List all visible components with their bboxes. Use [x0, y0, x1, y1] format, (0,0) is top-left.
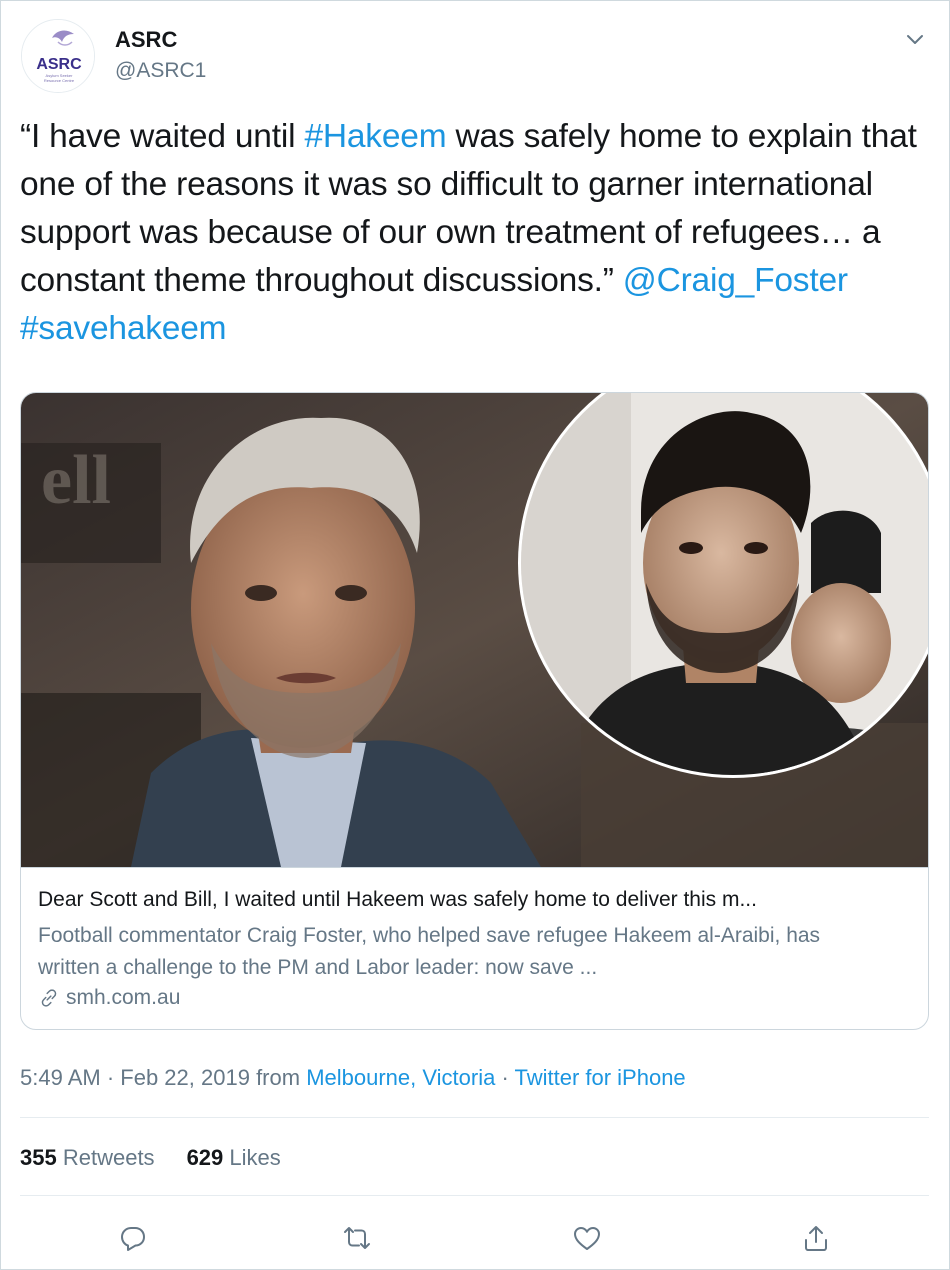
link-preview-card[interactable]: ell Dear Scott and Bill, I waited until …: [20, 392, 929, 1030]
display-name[interactable]: ASRC: [115, 27, 177, 53]
heart-icon: [574, 1227, 600, 1250]
retweets-count: 355: [20, 1145, 57, 1170]
tweet-text: “I have waited until #Hakeem was safely …: [20, 113, 925, 353]
hashtag-link[interactable]: #savehakeem: [20, 310, 227, 347]
meta-from: from: [249, 1065, 307, 1090]
divider: [20, 1195, 929, 1196]
retweet-icon: [344, 1227, 370, 1249]
tweet-time[interactable]: 5:49 AM: [20, 1065, 101, 1090]
svg-text:ell: ell: [41, 442, 111, 519]
likes-count: 629: [186, 1145, 224, 1170]
card-description: Football commentator Craig Foster, who h…: [38, 924, 821, 979]
tweet-frame: ASRC Asylum Seeker Resource Centre ASRC …: [0, 0, 950, 1270]
tweet-text-segment: “I have waited until: [20, 118, 305, 155]
user-handle[interactable]: @ASRC1: [115, 59, 206, 83]
svg-text:ASRC: ASRC: [36, 56, 82, 73]
tweet-meta: 5:49 AM · Feb 22, 2019 from Melbourne, V…: [20, 1065, 686, 1091]
card-photo: ell: [21, 393, 928, 867]
retweets-label: Retweets: [62, 1145, 155, 1170]
source-link[interactable]: Twitter for iPhone: [514, 1065, 685, 1090]
likes-stat[interactable]: 629 Likes: [187, 1145, 281, 1171]
tweet-stats: 355 Retweets 629 Likes: [20, 1145, 281, 1171]
meta-separator: ·: [100, 1065, 121, 1090]
reply-button[interactable]: [118, 1223, 148, 1253]
retweets-stat[interactable]: 355 Retweets: [20, 1145, 155, 1171]
link-icon: [41, 989, 57, 1007]
retweet-button[interactable]: [342, 1223, 372, 1253]
avatar[interactable]: ASRC Asylum Seeker Resource Centre: [21, 19, 95, 93]
tweet-date[interactable]: Feb 22, 2019: [120, 1065, 250, 1090]
reply-icon: [121, 1227, 145, 1251]
meta-separator: ·: [495, 1065, 515, 1090]
mention-link[interactable]: @Craig_Foster: [623, 262, 848, 299]
share-icon: [805, 1226, 827, 1251]
likes-label: Likes: [229, 1145, 281, 1170]
hashtag-link[interactable]: #Hakeem: [304, 118, 446, 155]
asrc-logo-icon: ASRC Asylum Seeker Resource Centre: [22, 20, 94, 92]
card-image[interactable]: ell: [21, 393, 928, 867]
divider: [20, 1117, 929, 1118]
svg-text:Resource Centre: Resource Centre: [44, 78, 75, 83]
card-domain-text: smh.com.au: [66, 986, 181, 1009]
card-body[interactable]: Dear Scott and Bill, I waited until Hake…: [21, 867, 928, 1029]
card-title: Dear Scott and Bill, I waited until Hake…: [38, 888, 757, 911]
like-button[interactable]: [572, 1223, 602, 1253]
more-options-button[interactable]: [901, 25, 929, 53]
share-button[interactable]: [801, 1223, 831, 1253]
card-domain: smh.com.au: [38, 986, 180, 1010]
chevron-down-icon: [907, 35, 923, 44]
location-link[interactable]: Melbourne, Victoria: [306, 1065, 495, 1090]
